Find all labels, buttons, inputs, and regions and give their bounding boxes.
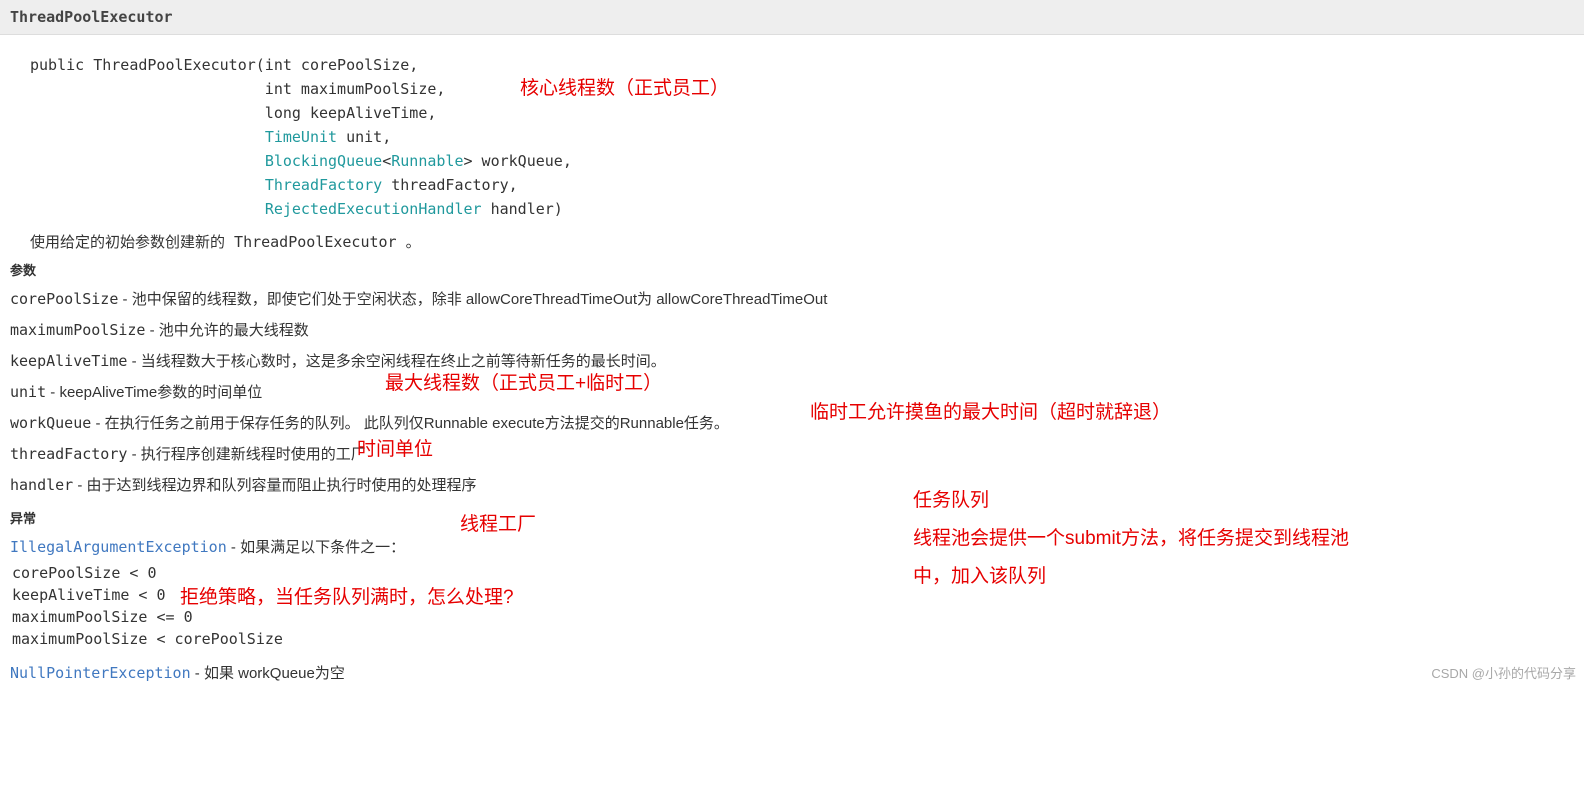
param-maximumpoolsize: maximumPoolSize - 池中允许的最大线程数 bbox=[0, 314, 1584, 345]
annot-workqueue: 任务队列 线程池会提供一个submit方法，将任务提交到线程池 中，加入该队列 bbox=[913, 482, 1349, 596]
annot-keepalivetime: 临时工允许摸鱼的最大时间（超时就辞退） bbox=[810, 397, 1171, 424]
class-title: ThreadPoolExecutor bbox=[10, 8, 173, 26]
code-line-1: public ThreadPoolExecutor(int corePoolSi… bbox=[30, 56, 418, 74]
param-workqueue: workQueue - 在执行任务之前用于保存任务的队列。 此队列仅Runnab… bbox=[0, 407, 1584, 438]
param-desc: - 池中允许的最大线程数 bbox=[145, 322, 308, 339]
param-name: corePoolSize bbox=[10, 290, 118, 308]
code-line-7-post: handler) bbox=[482, 200, 563, 218]
param-name: workQueue bbox=[10, 414, 91, 432]
param-name: threadFactory bbox=[10, 445, 127, 463]
exception-nullpointer: NullPointerException - 如果 workQueue为空 bbox=[0, 650, 1584, 688]
param-desc: - 在执行任务之前用于保存任务的队列。 此队列仅Runnable execute… bbox=[91, 415, 729, 432]
type-runnable: Runnable bbox=[391, 152, 463, 170]
code-line-5-pre bbox=[30, 152, 265, 170]
code-line-4-post: unit, bbox=[337, 128, 391, 146]
annot-workqueue-l3: 中，加入该队列 bbox=[913, 566, 1046, 587]
annot-threadfactory: 线程工厂 bbox=[460, 509, 536, 536]
param-desc: - keepAliveTime参数的时间单位 bbox=[46, 384, 262, 401]
cond-maximumpoolsize-le0: maximumPoolSize <= 0 bbox=[0, 606, 1584, 628]
type-timeunit: TimeUnit bbox=[265, 128, 337, 146]
param-threadfactory: threadFactory - 执行程序创建新线程时使用的工厂 bbox=[0, 438, 1584, 469]
constructor-code: public ThreadPoolExecutor(int corePoolSi… bbox=[0, 35, 1584, 221]
code-line-6-pre bbox=[30, 176, 265, 194]
code-line-2: int maximumPoolSize, bbox=[30, 80, 445, 98]
param-desc: - 池中保留的线程数，即使它们处于空闲状态，除非 allowCoreThread… bbox=[118, 291, 827, 308]
annot-workqueue-l1: 任务队列 bbox=[913, 490, 989, 511]
param-name: maximumPoolSize bbox=[10, 321, 145, 339]
annot-handler: 拒绝策略，当任务队列满时，怎么处理? bbox=[180, 582, 514, 609]
header-bar: ThreadPoolExecutor bbox=[0, 0, 1584, 35]
code-line-5-post: > workQueue, bbox=[464, 152, 572, 170]
annot-maximumpoolsize: 最大线程数（正式员工+临时工） bbox=[385, 368, 662, 395]
code-lt: < bbox=[382, 152, 391, 170]
type-rejectedexecutionhandler: RejectedExecutionHandler bbox=[265, 200, 482, 218]
section-params: 参数 bbox=[0, 252, 1584, 283]
code-line-6-post: threadFactory, bbox=[382, 176, 517, 194]
param-corepoolsize: corePoolSize - 池中保留的线程数，即使它们处于空闲状态，除非 al… bbox=[0, 283, 1584, 314]
type-blockingqueue: BlockingQueue bbox=[265, 152, 382, 170]
annot-corepoolsize: 核心线程数（正式员工） bbox=[520, 73, 729, 100]
exception-desc: - 如果 workQueue为空 bbox=[191, 665, 345, 682]
param-name: unit bbox=[10, 383, 46, 401]
constructor-desc: 使用给定的初始参数创建新的 ThreadPoolExecutor 。 bbox=[0, 221, 1584, 252]
param-name: handler bbox=[10, 476, 73, 494]
exception-desc: - 如果满足以下条件之一： bbox=[227, 539, 405, 556]
annot-unit: 时间单位 bbox=[357, 434, 433, 461]
watermark: CSDN @小孙的代码分享 bbox=[1431, 663, 1576, 682]
type-threadfactory: ThreadFactory bbox=[265, 176, 382, 194]
param-unit: unit - keepAliveTime参数的时间单位 bbox=[0, 376, 1584, 407]
annot-workqueue-l2: 线程池会提供一个submit方法，将任务提交到线程池 bbox=[913, 528, 1349, 549]
param-desc: - 执行程序创建新线程时使用的工厂 bbox=[127, 446, 365, 463]
param-desc: - 由于达到线程边界和队列容量而阻止执行时使用的处理程序 bbox=[73, 477, 476, 494]
code-line-3: long keepAliveTime, bbox=[30, 104, 436, 122]
exception-name[interactable]: IllegalArgumentException bbox=[10, 538, 227, 556]
code-line-4-pre bbox=[30, 128, 265, 146]
exception-name[interactable]: NullPointerException bbox=[10, 664, 191, 682]
desc-text: 使用给定的初始参数创建新的 ThreadPoolExecutor 。 bbox=[30, 233, 421, 251]
param-keepalivetime: keepAliveTime - 当线程数大于核心数时，这是多余空闲线程在终止之前… bbox=[0, 345, 1584, 376]
code-line-7-pre bbox=[30, 200, 265, 218]
cond-maximumpoolsize-lt-core: maximumPoolSize < corePoolSize bbox=[0, 628, 1584, 650]
param-name: keepAliveTime bbox=[10, 352, 127, 370]
